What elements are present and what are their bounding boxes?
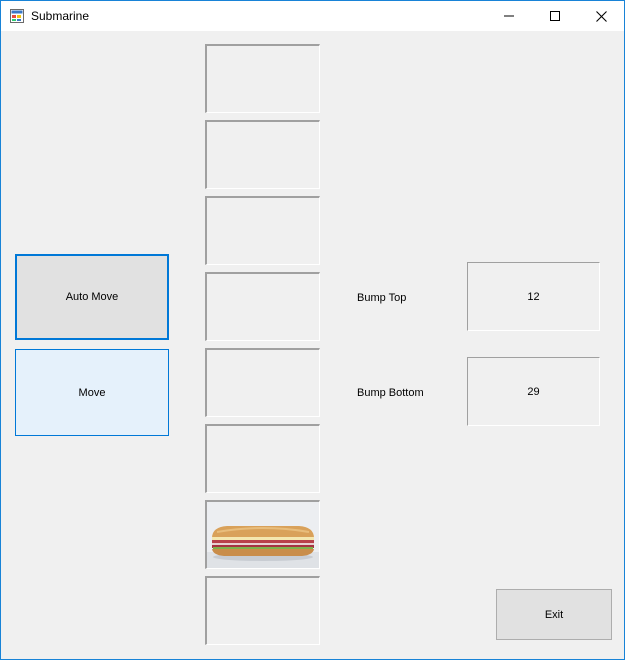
lane-slot-8 (205, 576, 320, 645)
close-icon (595, 10, 607, 22)
lane-slot-3 (205, 196, 320, 265)
lane-slot-7 (205, 500, 320, 569)
lane-slot-6 (205, 424, 320, 493)
lane-slot-4 (205, 272, 320, 341)
maximize-icon (550, 11, 560, 21)
move-button[interactable]: Move (15, 349, 169, 436)
exit-button[interactable]: Exit (496, 589, 612, 640)
bump-top-value: 12 (467, 262, 600, 331)
maximize-button[interactable] (532, 1, 578, 31)
submarine-sandwich-image (207, 502, 319, 568)
bump-bottom-label: Bump Bottom (357, 387, 424, 399)
minimize-button[interactable] (486, 1, 532, 31)
auto-move-button[interactable]: Auto Move (15, 254, 169, 340)
title-bar[interactable]: Submarine (1, 1, 624, 31)
window-title: Submarine (31, 9, 90, 23)
lane-slot-2 (205, 120, 320, 189)
minimize-icon (504, 15, 514, 17)
bump-bottom-value: 29 (467, 357, 600, 426)
lane-slot-1 (205, 44, 320, 113)
app-window-icon (10, 9, 24, 23)
lane-slot-5 (205, 348, 320, 417)
close-button[interactable] (578, 1, 624, 31)
app-window: Submarine Auto Move Move Bump Top Bump B… (0, 0, 625, 660)
bump-top-label: Bump Top (357, 292, 407, 304)
